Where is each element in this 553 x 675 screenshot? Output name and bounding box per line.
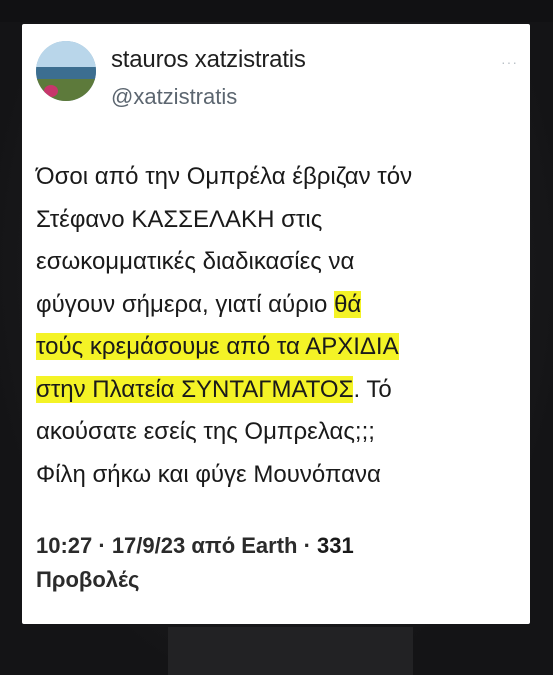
highlighted-text: τούς κρεμάσουμε από τα ΑΡΧΙΔΙΑ [36,333,399,360]
tweet-line-text: Φίλη σήκω και φύγε Μουνόπανα [36,460,381,488]
background-top-strip [0,0,553,22]
tweet-line-text: φύγουν σήμερα, γιατί αύριο [36,290,335,318]
tweet-line: Φίλη σήκω και φύγε Μουνόπανα [36,454,520,497]
tweet-line: Στέφανο ΚΑΣΣΕΛΑΚΗ στις [36,199,520,242]
more-options-icon[interactable]: ··· [501,54,518,70]
highlighted-text: στην Πλατεία ΣΥΝΤΑΓΜΑΤΟΣ [36,375,354,403]
user-handle[interactable]: @xatzistratis [111,84,237,110]
avatar-flower [44,85,58,97]
views-label: Προβολές [36,567,140,592]
tweet-line-text: Στέφανο ΚΑΣΣΕΛΑΚΗ στις [36,205,323,233]
tweet-line: τούς κρεμάσουμε από τα ΑΡΧΙΔΙΑ [36,326,520,369]
avatar[interactable] [36,41,96,101]
tweet-meta: 10:27 · 17/9/23 από Earth · 331 Προβολές [36,529,506,597]
tweet-card: stauros xatzistratis @xatzistratis ··· Ό… [22,24,530,624]
tweet-line-text: εσωκομματικές διαδικασίες να [36,248,355,275]
tweet-body: Όσοι από την Ομπρέλα έβριζαν τόν Στέφανο… [36,156,520,496]
tweet-line-text: ακούσατε εσείς της Ομπρελας;;; [36,418,375,445]
tweet-line: εσωκομματικές διαδικασίες να [36,241,520,284]
tweet-line: φύγουν σήμερα, γιατί αύριο θά [36,284,520,327]
display-name[interactable]: stauros xatzistratis [111,46,306,74]
tweet-line: Όσοι από την Ομπρέλα έβριζαν τόν [36,156,520,199]
tweet-line: ακούσατε εσείς της Ομπρελας;;; [36,411,520,454]
views-count: 331 [317,533,354,558]
tweet-line-text: . Τό [353,375,392,403]
timestamp[interactable]: 10:27 · 17/9/23 από Earth · [36,533,317,558]
tweet-header: stauros xatzistratis @xatzistratis ··· [36,38,518,110]
background-blurred-panel [168,627,413,675]
tweet-line: στην Πλατεία ΣΥΝΤΑΓΜΑΤΟΣ. Τό [36,369,520,412]
highlighted-text: θά [334,290,362,318]
tweet-line-text: Όσοι από την Ομπρέλα έβριζαν τόν [36,163,413,190]
avatar-sky [36,41,96,67]
